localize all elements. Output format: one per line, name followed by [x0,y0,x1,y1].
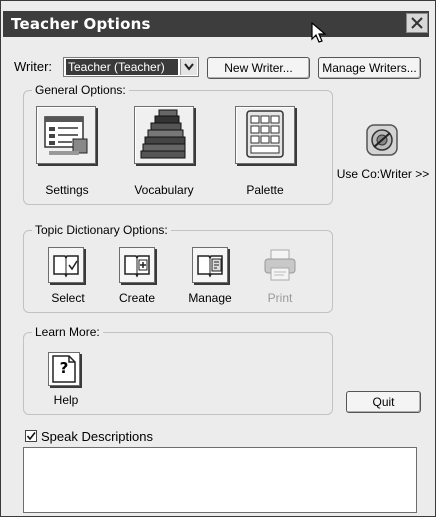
writer-selected-value: Teacher (Teacher) [66,59,178,75]
topic-dictionary-legend: Topic Dictionary Options: [32,223,171,237]
teacher-options-window: Teacher Options Writer: Teacher (Teacher… [0,0,436,517]
mouse-cursor-icon [311,22,327,43]
chevron-down-icon [184,63,194,71]
manage-label: Manage [188,291,232,305]
manage-book-icon [192,247,228,283]
writer-dropdown-button[interactable] [180,59,197,75]
use-cowriter-label: Use Co:Writer >> [336,167,430,181]
vocabulary-button[interactable]: Vocabulary [122,105,206,201]
help-icon: ? [48,352,80,386]
manage-writers-button[interactable]: Manage Writers... [318,57,421,79]
title-bar[interactable]: Teacher Options [3,11,429,37]
help-button[interactable]: ? Help [39,352,93,410]
speak-descriptions-checkbox[interactable] [25,430,37,442]
use-cowriter-button[interactable]: Use Co:Writer >> [333,123,433,183]
settings-label: Settings [45,183,89,197]
create-book-icon [119,247,155,283]
select-book-icon [48,247,84,283]
writer-select[interactable]: Teacher (Teacher) [63,57,199,77]
palette-icon [235,106,295,164]
cowriter-icon [366,124,398,156]
printer-icon [264,249,296,281]
create-label: Create [118,291,156,305]
print-label: Print [267,291,293,305]
help-glyph: ? [59,359,69,377]
palette-label: Palette [246,183,284,197]
checkmark-icon [26,432,36,441]
speak-descriptions-label: Speak Descriptions [41,429,153,444]
quit-button[interactable]: Quit [346,391,421,413]
palette-button[interactable]: Palette [225,105,305,201]
general-options-legend: General Options: [32,83,129,97]
window-title: Teacher Options [11,15,151,33]
vocabulary-label: Vocabulary [134,183,194,197]
create-button[interactable]: Create [106,247,168,309]
close-icon [411,17,423,29]
select-label: Select [51,291,85,305]
print-button: Print [252,247,308,309]
manage-button[interactable]: Manage [178,247,242,309]
select-button[interactable]: Select [38,247,98,309]
books-icon [134,106,194,164]
learn-more-legend: Learn More: [32,325,103,339]
settings-icon [36,106,96,164]
settings-button[interactable]: Settings [31,105,103,201]
help-label: Help [53,393,79,407]
description-box [23,447,417,513]
writer-label: Writer: [14,59,53,74]
close-button[interactable] [406,13,428,33]
new-writer-button[interactable]: New Writer... [207,57,310,79]
